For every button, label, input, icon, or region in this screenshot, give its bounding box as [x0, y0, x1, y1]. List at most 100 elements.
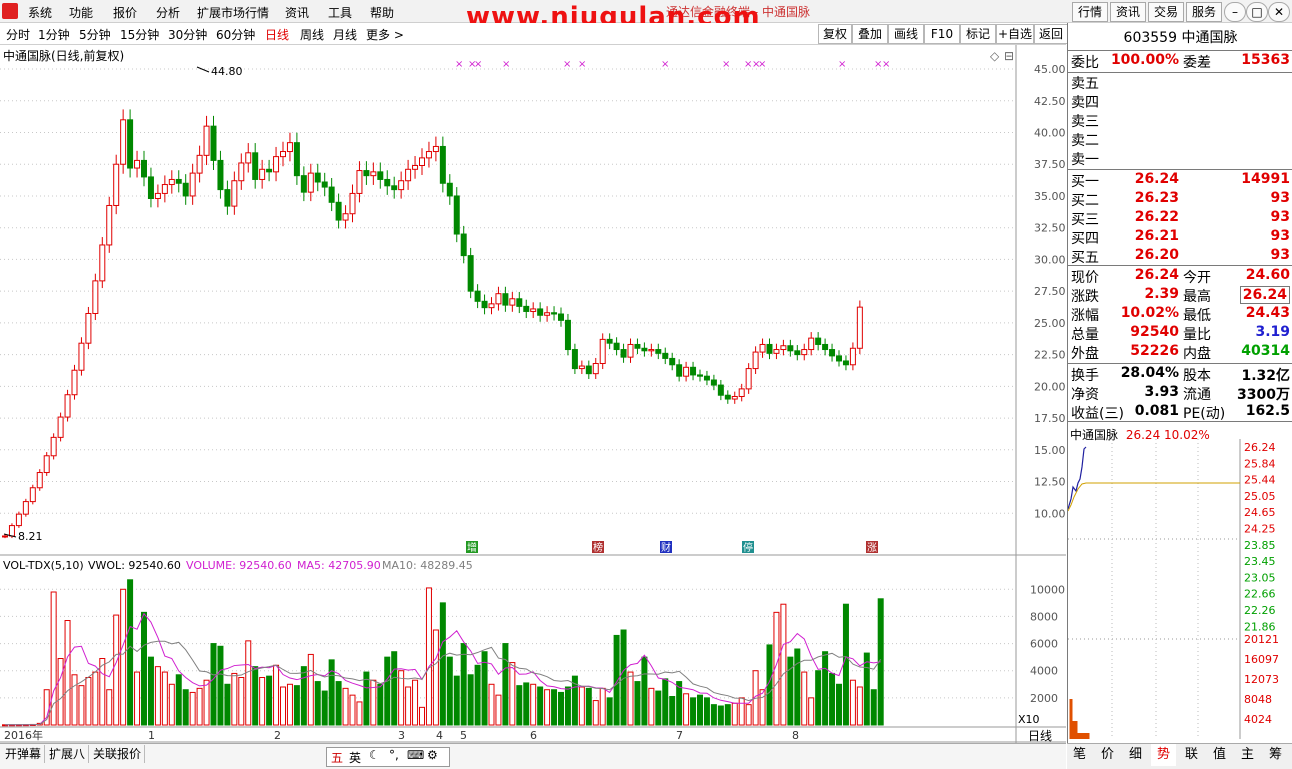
period-minute[interactable]: 分时 [6, 26, 30, 43]
adjust-button[interactable]: 复权 [818, 24, 852, 44]
period-30min[interactable]: 30分钟 [168, 26, 207, 43]
draw-line-button[interactable]: 画线 [888, 24, 924, 44]
volume-bar [314, 681, 321, 726]
diamond-icon[interactable]: ◇ [990, 49, 1000, 63]
back-button[interactable]: 返回 [1034, 24, 1068, 44]
menu-item-extended-market[interactable]: 扩展市场行情 [197, 4, 269, 21]
buy-label: 买二 [1071, 193, 1099, 209]
menu-item-analysis[interactable]: 分析 [156, 4, 180, 21]
period-more[interactable]: 更多 > [366, 26, 404, 43]
candle-body [328, 186, 335, 203]
stat-row: 总量 92540 量比 3.19 [1068, 324, 1292, 343]
sell-row: 卖四 [1071, 95, 1099, 111]
close-icon[interactable]: ✕ [1268, 2, 1290, 22]
right-tab[interactable]: 势 [1151, 744, 1176, 766]
candle-body [495, 293, 502, 305]
candle-body [363, 170, 370, 177]
tab-related-quotes[interactable]: 关联报价 [90, 745, 146, 763]
volume-bar [71, 674, 78, 726]
menu-item-help[interactable]: 帮助 [370, 4, 394, 21]
fundamental-row: 换手 28.04% 股本 1.32亿 [1068, 365, 1292, 384]
period-60min[interactable]: 60分钟 [216, 26, 255, 43]
candle-body [203, 125, 210, 156]
f10-button[interactable]: F10 [924, 24, 960, 44]
fund-label: PE(动) [1183, 406, 1226, 422]
minute-chart[interactable]: 26.24 25.84 25.44 25.05 24.65 24.25 23.85 23.45… [1068, 439, 1292, 739]
trade-button[interactable]: 交易 [1148, 2, 1184, 22]
volume-bar [585, 687, 592, 726]
candle-body [530, 308, 537, 312]
candle-body [648, 349, 655, 352]
moon-icon[interactable]: ☾ [369, 748, 380, 762]
volume-bar [64, 620, 71, 726]
menu-item-news[interactable]: 资讯 [285, 4, 309, 21]
volume-bar [92, 671, 99, 726]
vol-value: VWOL: 92540.60 [88, 559, 181, 572]
volume-bar [189, 691, 196, 726]
candle-body [141, 159, 147, 178]
period-5min[interactable]: 5分钟 [79, 26, 111, 43]
right-tab[interactable]: 主 [1235, 744, 1260, 766]
menu-item-tools[interactable]: 工具 [328, 4, 352, 21]
volume-bar [273, 664, 280, 726]
candle-body [280, 151, 286, 158]
volume-bar [731, 702, 738, 726]
period-1min[interactable]: 1分钟 [38, 26, 70, 43]
menu-item-quote[interactable]: 报价 [113, 4, 137, 21]
right-tab[interactable]: 值 [1207, 744, 1232, 766]
period-15min[interactable]: 15分钟 [120, 26, 159, 43]
ime-toolbar[interactable]: 五 英 ☾ °, ⌨ ⚙ [326, 747, 450, 767]
stat-row: 涨跌 2.39 最高 26.24 [1068, 286, 1292, 305]
candle-body [224, 189, 231, 207]
right-tab[interactable]: 筹 [1263, 744, 1288, 766]
period-monthly[interactable]: 月线 [333, 26, 357, 43]
event-marker: × [578, 59, 586, 70]
candle-body [120, 119, 127, 165]
tab-danmu[interactable]: 开弹幕 [2, 745, 46, 763]
ime-lang[interactable]: 英 [349, 749, 361, 766]
event-badge-label: 财 [661, 541, 671, 554]
stat-value: 52226 [1130, 343, 1179, 359]
menu-item-function[interactable]: 功能 [69, 4, 93, 21]
volume-bar [349, 694, 356, 726]
service-button[interactable]: 服务 [1186, 2, 1222, 22]
vol-tick-label: 4000 [1030, 665, 1058, 678]
period-weekly[interactable]: 周线 [300, 26, 324, 43]
volume-bar [384, 656, 391, 726]
tab-extended8[interactable]: 扩展八 [46, 745, 90, 763]
volume-bar [738, 697, 745, 726]
stat-label: 涨幅 [1071, 308, 1099, 324]
restore-icon[interactable]: □ [1246, 2, 1268, 22]
stock-name: 中通国脉 [1181, 30, 1238, 46]
quotes-button[interactable]: 行情 [1072, 2, 1108, 22]
candle-body [113, 163, 120, 206]
right-tab[interactable]: 细 [1123, 744, 1148, 766]
mini-price-tick: 26.24 [1244, 441, 1276, 454]
gear-icon[interactable]: ⚙ [427, 748, 438, 762]
volume-bar [453, 675, 460, 726]
right-tab[interactable]: 联 [1179, 744, 1204, 766]
add-watchlist-button[interactable]: +自选 [996, 24, 1034, 44]
keyboard-icon[interactable]: ⌨ [407, 748, 424, 762]
overlay-button[interactable]: 叠加 [852, 24, 888, 44]
candle-body [15, 513, 22, 527]
mark-button[interactable]: 标记 [960, 24, 996, 44]
kline-chart[interactable]: 45.00 42.50 40.00 37.50 35.00 32.50 30.00 27.50… [0, 45, 1066, 750]
buy-price: 26.21 [1134, 228, 1179, 244]
candle-body [370, 171, 377, 177]
news-button[interactable]: 资讯 [1110, 2, 1146, 22]
candle-body [8, 525, 15, 537]
event-marker: × [563, 59, 571, 70]
punct-icon[interactable]: °, [389, 748, 399, 762]
candle-body [2, 535, 8, 538]
minimize-icon[interactable]: – [1224, 2, 1246, 22]
layout-icon[interactable]: ⊟ [1004, 49, 1014, 63]
fund-value: 28.04% [1120, 365, 1179, 381]
right-tab[interactable]: 价 [1095, 744, 1120, 766]
volume-bar [606, 697, 613, 726]
period-daily[interactable]: 日线 [265, 26, 289, 43]
menu-item-system[interactable]: 系统 [28, 4, 52, 21]
right-tab[interactable]: 笔 [1067, 744, 1092, 766]
stat-value: 26.24 [1134, 267, 1179, 283]
ime-mode[interactable]: 五 [331, 749, 343, 766]
